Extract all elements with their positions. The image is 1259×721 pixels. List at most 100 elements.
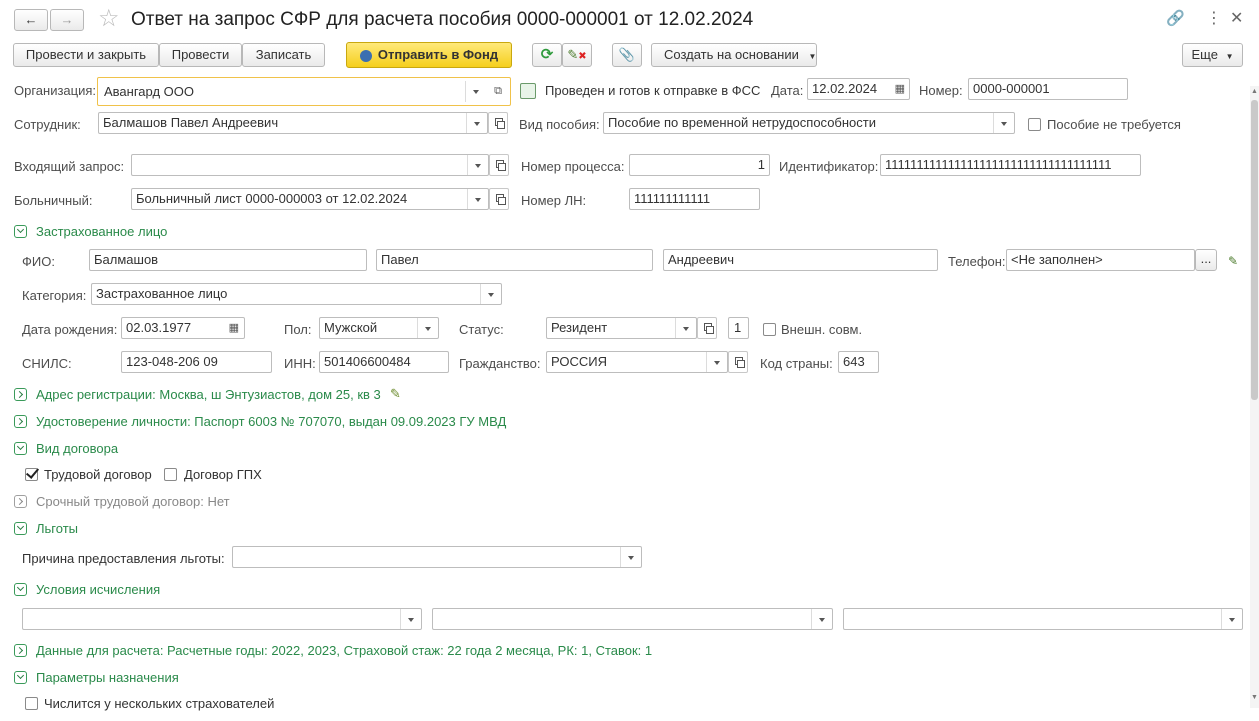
pencil-icon[interactable]: ✎ xyxy=(390,386,401,402)
attachments-button[interactable]: 📎 xyxy=(612,43,642,67)
citizenship-dropdown[interactable] xyxy=(706,352,727,372)
first-name-field[interactable]: Павел xyxy=(376,249,653,271)
org-open-icon[interactable]: ⧉ xyxy=(489,82,507,101)
post-button[interactable]: Провести xyxy=(159,43,242,67)
calc-condition-3-dropdown[interactable] xyxy=(1221,609,1242,629)
scroll-down-icon[interactable]: ▼ xyxy=(1251,694,1258,701)
calc-condition-1-field[interactable] xyxy=(22,608,422,630)
calendar-icon[interactable]: ▦ xyxy=(229,318,239,338)
more-button[interactable]: Еще ▼ xyxy=(1182,43,1243,67)
calc-condition-2-field[interactable] xyxy=(432,608,833,630)
insured-section-toggle[interactable] xyxy=(14,225,27,238)
insured-section-title[interactable]: Застрахованное лицо xyxy=(36,224,167,240)
phone-select-button[interactable]: ... xyxy=(1195,249,1217,271)
back-button[interactable]: ← xyxy=(14,9,48,31)
benefit-reason-dropdown[interactable] xyxy=(620,547,641,567)
forward-button[interactable]: → xyxy=(50,9,84,31)
fixed-term-section-toggle[interactable] xyxy=(14,495,27,508)
labor-contract-label: Трудовой договор xyxy=(44,467,152,482)
birth-field[interactable]: 02.03.1977 ▦ xyxy=(121,317,245,339)
sex-field[interactable]: Мужской xyxy=(319,317,439,339)
benefit-type-value: Пособие по временной нетрудоспособности xyxy=(608,115,876,130)
incoming-field[interactable] xyxy=(131,154,489,176)
link-icon[interactable]: 🔗 xyxy=(1166,9,1185,27)
sick-open-button[interactable] xyxy=(489,188,509,210)
favorite-star-icon[interactable]: ☆ xyxy=(98,5,120,33)
calc-condition-2-dropdown[interactable] xyxy=(811,609,832,629)
benefits-section-title[interactable]: Льготы xyxy=(36,521,78,537)
status-num-field[interactable]: 1 xyxy=(728,317,749,339)
address-section-toggle[interactable] xyxy=(14,388,27,401)
citizenship-field[interactable]: РОССИЯ xyxy=(546,351,728,373)
phone-value: <Не заполнен> xyxy=(1011,252,1103,267)
category-field[interactable]: Застрахованное лицо xyxy=(91,283,502,305)
post-and-close-button[interactable]: Провести и закрыть xyxy=(13,43,159,67)
labor-contract-checkbox[interactable] xyxy=(25,468,38,481)
middle-name-field[interactable]: Андреевич xyxy=(663,249,938,271)
last-name-field[interactable]: Балмашов xyxy=(89,249,367,271)
incoming-open-button[interactable] xyxy=(489,154,509,176)
edit-clear-button[interactable]: ✎✖ xyxy=(562,43,592,67)
address-section-title[interactable]: Адрес регистрации: Москва, ш Энтузиастов… xyxy=(36,387,381,403)
process-num-field[interactable]: 1 xyxy=(629,154,770,176)
identity-section-title[interactable]: Удостоверение личности: Паспорт 6003 № 7… xyxy=(36,414,506,430)
date-field[interactable]: 12.02.2024 ▦ xyxy=(807,78,910,100)
calc-data-section-toggle[interactable] xyxy=(14,644,27,657)
save-button[interactable]: Записать xyxy=(242,43,325,67)
citizenship-label: Гражданство: xyxy=(459,356,541,371)
paperclip-icon: 📎 xyxy=(618,47,636,62)
assignment-section-title[interactable]: Параметры назначения xyxy=(36,670,179,686)
assignment-section-toggle[interactable] xyxy=(14,671,27,684)
org-label: Организация: xyxy=(14,83,97,98)
gph-contract-checkbox[interactable] xyxy=(164,468,177,481)
category-dropdown[interactable] xyxy=(480,284,501,304)
employee-field[interactable]: Балмашов Павел Андреевич xyxy=(98,112,488,134)
create-based-on-button[interactable]: Создать на основании ▼ xyxy=(651,43,817,67)
org-dropdown[interactable] xyxy=(465,81,486,102)
employee-dropdown[interactable] xyxy=(466,113,487,133)
ext-combo-checkbox[interactable] xyxy=(763,323,776,336)
benefits-section-toggle[interactable] xyxy=(14,522,27,535)
calc-condition-1-dropdown[interactable] xyxy=(400,609,421,629)
benefit-type-field[interactable]: Пособие по временной нетрудоспособности xyxy=(603,112,1015,134)
sick-field[interactable]: Больничный лист 0000-000003 от 12.02.202… xyxy=(131,188,489,210)
edit-clear-icon[interactable]: ✎ xyxy=(1228,254,1238,268)
more-vert-icon[interactable]: ⋮ xyxy=(1206,8,1222,28)
scrollbar-thumb[interactable] xyxy=(1251,100,1258,400)
inn-field[interactable]: 501406600484 xyxy=(319,351,449,373)
calc-data-section-title[interactable]: Данные для расчета: Расчетные годы: 2022… xyxy=(36,643,652,659)
ln-field[interactable]: 111111111111 xyxy=(629,188,760,210)
snils-field[interactable]: 123-048-206 09 xyxy=(121,351,272,373)
status-open-button[interactable] xyxy=(697,317,717,339)
send-to-fund-button[interactable]: Отправить в Фонд xyxy=(346,42,512,68)
identifier-field[interactable]: 111111111111111111111111111111111111 xyxy=(880,154,1141,176)
scroll-up-icon[interactable]: ▲ xyxy=(1251,88,1258,95)
calc-condition-3-field[interactable] xyxy=(843,608,1243,630)
status-field[interactable]: Резидент xyxy=(546,317,697,339)
close-icon[interactable]: ✕ xyxy=(1230,8,1243,28)
calc-conditions-section-toggle[interactable] xyxy=(14,583,27,596)
benefit-not-required-checkbox[interactable] xyxy=(1028,118,1041,131)
sick-dropdown[interactable] xyxy=(467,189,488,209)
identity-section-toggle[interactable] xyxy=(14,415,27,428)
citizenship-value: РОССИЯ xyxy=(551,354,608,369)
incoming-dropdown[interactable] xyxy=(467,155,488,175)
status-dropdown[interactable] xyxy=(675,318,696,338)
phone-field[interactable]: <Не заполнен> xyxy=(1006,249,1195,271)
employee-open-button[interactable] xyxy=(488,112,508,134)
refresh-button[interactable]: ⟳ xyxy=(532,43,562,67)
contract-section-toggle[interactable] xyxy=(14,442,27,455)
citizenship-open-button[interactable] xyxy=(728,351,748,373)
calc-conditions-section-title[interactable]: Условия исчисления xyxy=(36,582,160,598)
fixed-term-section-title[interactable]: Срочный трудовой договор: Нет xyxy=(36,494,230,510)
country-code-field[interactable]: 643 xyxy=(838,351,879,373)
contract-section-title[interactable]: Вид договора xyxy=(36,441,118,457)
sex-dropdown[interactable] xyxy=(417,318,438,338)
number-field[interactable]: 0000-000001 xyxy=(968,78,1128,100)
benefit-reason-field[interactable] xyxy=(232,546,642,568)
calendar-icon[interactable]: ▦ xyxy=(895,79,905,99)
org-field[interactable]: Авангард ООО ⧉ xyxy=(97,77,511,106)
multiple-insurers-checkbox[interactable] xyxy=(25,697,38,710)
posted-status-icon xyxy=(520,83,536,99)
benefit-type-dropdown[interactable] xyxy=(993,113,1014,133)
